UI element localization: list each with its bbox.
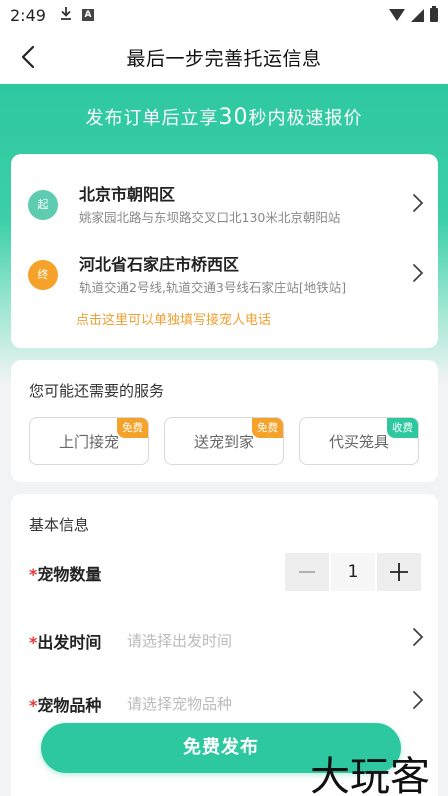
status-time: 2:49 xyxy=(10,5,46,25)
a-notification-icon: A xyxy=(81,9,94,21)
end-city: 河北省石家庄市桥西区 xyxy=(79,255,240,274)
status-icons xyxy=(389,6,438,22)
download-icon xyxy=(60,6,72,24)
service-label: 送宠到家 xyxy=(193,432,254,451)
hero-highlight: 30 xyxy=(218,105,249,130)
service-pickup-button[interactable]: 上门接宠 免费 xyxy=(29,417,149,465)
status-bar: 2:49 A xyxy=(0,0,448,30)
recipient-phone-link[interactable]: 点击这里可以单独填写接宠人电话 xyxy=(76,309,271,328)
pet-count-stepper: 1 xyxy=(285,553,421,591)
hero-text-before: 发布订单后立享 xyxy=(85,108,219,129)
departure-time-placeholder: 请选择出发时间 xyxy=(127,632,233,650)
departure-time-row[interactable]: *出发时间 请选择出发时间 xyxy=(11,621,438,661)
plus-icon xyxy=(390,563,408,581)
service-tag: 免费 xyxy=(117,418,148,438)
pet-count-row: *宠物数量 1 xyxy=(11,553,438,593)
pet-count-value[interactable]: 1 xyxy=(331,553,375,591)
pet-count-label: *宠物数量 xyxy=(29,561,101,585)
page-title: 最后一步完善托运信息 xyxy=(126,47,322,70)
chevron-right-icon xyxy=(413,194,424,212)
service-label: 上门接宠 xyxy=(58,432,119,451)
end-badge: 终 xyxy=(28,260,58,290)
departure-time-label: *出发时间 xyxy=(29,629,101,653)
route-card: 起 北京市朝阳区 姚家园北路与东坝路交叉口北130米北京朝阳站 终 河北省石家庄… xyxy=(11,154,438,348)
battery-icon xyxy=(430,6,438,22)
chevron-right-icon xyxy=(413,628,424,646)
services-card: 您可能还需要的服务 上门接宠 免费 送宠到家 免费 代买笼具 收费 xyxy=(11,360,438,482)
watermark-logo: 大玩客 xyxy=(310,754,430,796)
signal-icon xyxy=(411,8,424,22)
pet-breed-placeholder: 请选择宠物品种 xyxy=(127,695,233,713)
decrement-button[interactable] xyxy=(285,553,329,591)
basic-info-title: 基本信息 xyxy=(29,516,90,534)
service-tag: 收费 xyxy=(387,418,418,438)
hero-text: 发布订单后立享30秒内极速报价 xyxy=(0,104,448,130)
service-label: 代买笼具 xyxy=(328,432,389,451)
start-city: 北京市朝阳区 xyxy=(79,185,176,204)
nav-bar: 最后一步完善托运信息 xyxy=(0,30,448,84)
services-title: 您可能还需要的服务 xyxy=(29,382,165,400)
chevron-right-icon xyxy=(413,264,424,282)
route-start-row[interactable]: 起 北京市朝阳区 姚家园北路与东坝路交叉口北130米北京朝阳站 xyxy=(11,179,438,229)
back-button[interactable] xyxy=(14,42,44,72)
start-badge: 起 xyxy=(28,190,58,220)
chevron-left-icon xyxy=(21,45,35,69)
end-address: 轨道交通2号线,轨道交通3号线石家庄站[地铁站] xyxy=(79,280,347,295)
start-address: 姚家园北路与东坝路交叉口北130米北京朝阳站 xyxy=(79,210,341,225)
wifi-icon xyxy=(389,9,405,21)
field-label-text: 出发时间 xyxy=(37,633,102,652)
service-tag: 免费 xyxy=(252,418,283,438)
service-delivery-button[interactable]: 送宠到家 免费 xyxy=(164,417,284,465)
service-cage-button[interactable]: 代买笼具 收费 xyxy=(299,417,419,465)
pet-breed-label: *宠物品种 xyxy=(29,692,101,716)
field-label-text: 宠物数量 xyxy=(37,565,102,584)
route-end-row[interactable]: 终 河北省石家庄市桥西区 轨道交通2号线,轨道交通3号线石家庄站[地铁站] xyxy=(11,249,438,299)
minus-icon xyxy=(299,571,315,573)
field-label-text: 宠物品种 xyxy=(37,696,102,715)
pet-breed-row[interactable]: *宠物品种 请选择宠物品种 xyxy=(11,684,438,724)
hero-text-after: 秒内极速报价 xyxy=(248,108,363,129)
increment-button[interactable] xyxy=(377,553,421,591)
chevron-right-icon xyxy=(413,691,424,709)
